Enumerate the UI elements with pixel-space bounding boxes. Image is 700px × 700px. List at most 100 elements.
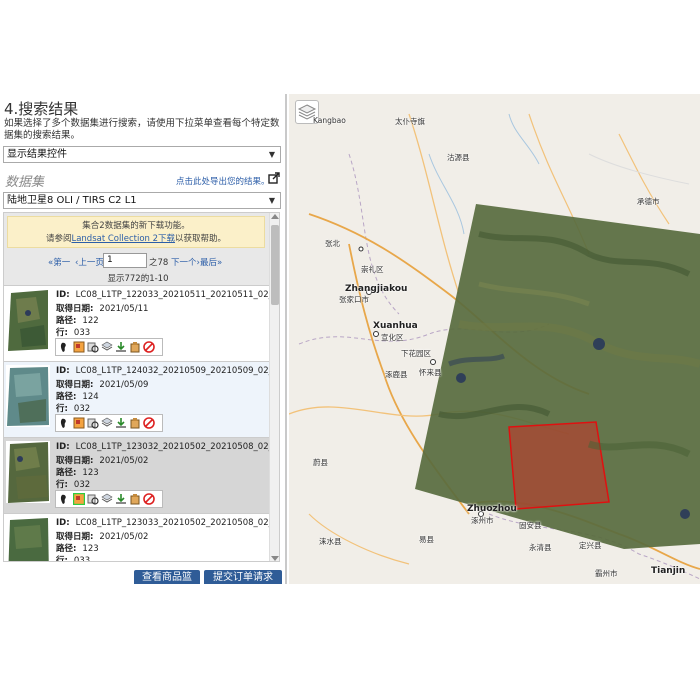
result-toolbar	[55, 490, 163, 508]
scene-thumbnail[interactable]	[6, 441, 50, 503]
exclude-scene-icon[interactable]	[143, 341, 155, 353]
next-page-link[interactable]: 下一个›	[171, 256, 200, 268]
results-count: 显示772的1-10	[107, 274, 169, 284]
browse-overlay-icon-active[interactable]	[73, 493, 85, 505]
results-list[interactable]: 集合2数据集的新下载功能。 请参阅Landsat Collection 2下载以…	[3, 212, 280, 562]
footprint-icon[interactable]	[59, 341, 71, 353]
path: 路径: 122	[56, 316, 99, 326]
place-label: 宣化区	[381, 333, 404, 342]
result-row[interactable]: ID: LC08_L1TP_123033_20210502_20210508_02…	[4, 513, 279, 562]
chevron-down-icon: ▼	[268, 150, 275, 159]
acquisition-date: 取得日期: 2021/05/09	[56, 380, 149, 390]
result-toolbar	[55, 338, 163, 356]
page-total: 之78	[149, 258, 169, 268]
place-label: 定兴县	[579, 541, 602, 550]
export-results-link[interactable]: 点击此处导出您的结果。	[176, 175, 270, 187]
view-item-basket-button[interactable]: 查看商品篮	[134, 570, 200, 584]
place-label: 崇礼区	[361, 265, 384, 274]
browse-overlay-icon[interactable]	[73, 341, 85, 353]
place-label: Xuanhua	[373, 321, 418, 331]
dataset-select-value: 陆地卫星8 OLI / TIRS C2 L1	[7, 195, 137, 206]
path: 路径: 124	[56, 392, 99, 402]
row: 行: 032	[56, 480, 91, 490]
acquisition-date: 取得日期: 2021/05/11	[56, 304, 149, 314]
place-label: 张北	[325, 239, 340, 248]
result-controls-value: 显示结果控件	[7, 149, 67, 160]
page-number-input[interactable]: 1	[103, 253, 147, 268]
place-label: 固安县	[519, 521, 542, 530]
exclude-scene-icon[interactable]	[143, 493, 155, 505]
download-icon[interactable]	[115, 341, 127, 353]
first-page-link[interactable]: «第一	[48, 256, 70, 268]
row: 行: 032	[56, 404, 91, 414]
metadata-icon[interactable]	[101, 417, 113, 429]
acquisition-date: 取得日期: 2021/05/02	[56, 456, 149, 466]
place-label: 涿鹿县	[385, 370, 408, 379]
place-label: Zhuozhou	[467, 504, 517, 514]
download-icon[interactable]	[115, 417, 127, 429]
place-label: Zhangjiakou	[345, 284, 408, 294]
place-label: 沽源县	[447, 153, 470, 162]
scene-id: ID: LC08_L1TP_122033_20210511_20210511_02…	[56, 290, 280, 300]
notice-suffix: 以获取帮助。	[175, 234, 227, 244]
selected-scene-footprint[interactable]	[508, 421, 610, 510]
place-label: 怀来县	[419, 368, 442, 377]
notice-prefix: 请参阅	[45, 234, 72, 244]
scene-id: ID: LC08_L1TP_123032_20210502_20210508_02…	[56, 442, 280, 452]
dataset-select[interactable]: 陆地卫星8 OLI / TIRS C2 L1 ▼	[3, 192, 281, 209]
result-row[interactable]: ID: LC08_L1TP_124032_20210509_20210509_02…	[4, 361, 279, 437]
add-to-bulk-icon[interactable]	[129, 417, 141, 429]
add-to-bulk-icon[interactable]	[129, 493, 141, 505]
add-to-bulk-icon[interactable]	[129, 341, 141, 353]
path: 路径: 123	[56, 544, 99, 554]
acquisition-date: 取得日期: 2021/05/02	[56, 532, 149, 542]
external-link-icon[interactable]	[268, 172, 280, 184]
collection2-download-link[interactable]: Landsat Collection 2下载	[71, 234, 175, 244]
map-view[interactable]: Kangbao 太仆寺旗 沽源县 承德市 张北 崇礼区 Zhangjiakou …	[289, 94, 700, 584]
scroll-down-arrow[interactable]	[271, 556, 279, 561]
panel-title: 4.搜索结果	[4, 100, 79, 118]
search-results-panel: 4.搜索结果 如果选择了多个数据集进行搜索，请使用下拉菜单查看每个特定数据集的搜…	[0, 94, 287, 584]
result-row[interactable]: ID: LC08_L1TP_122033_20210511_20210511_02…	[4, 285, 279, 361]
place-label: 太仆寺旗	[395, 117, 425, 126]
result-controls-select[interactable]: 显示结果控件 ▼	[3, 146, 281, 163]
compare-icon[interactable]	[87, 341, 99, 353]
footprint-icon[interactable]	[59, 493, 71, 505]
place-label: 永清县	[529, 543, 552, 552]
place-label: 涿州市	[471, 516, 494, 525]
metadata-icon[interactable]	[101, 493, 113, 505]
scrollbar-thumb[interactable]	[271, 225, 279, 305]
place-label: 张家口市	[339, 295, 369, 304]
result-row-selected[interactable]: ID: LC08_L1TP_123032_20210502_20210508_02…	[4, 437, 279, 513]
compare-icon[interactable]	[87, 417, 99, 429]
exclude-scene-icon[interactable]	[143, 417, 155, 429]
chevron-down-icon: ▼	[268, 196, 275, 205]
pagination: «第一 ‹上一页 1 之78 下一个› 最后»	[4, 253, 272, 269]
prev-page-link[interactable]: ‹上一页	[75, 256, 104, 268]
place-label: 涞水县	[319, 537, 342, 546]
results-scrollbar[interactable]	[269, 213, 279, 561]
scroll-up-arrow[interactable]	[271, 214, 279, 219]
place-label: Tianjin	[651, 566, 686, 576]
scene-thumbnail[interactable]	[6, 517, 50, 562]
dataset-label: 数据集	[5, 175, 45, 190]
scene-id: ID: LC08_L1TP_123033_20210502_20210508_02…	[56, 518, 280, 528]
browse-overlay-icon[interactable]	[73, 417, 85, 429]
scene-thumbnail[interactable]	[6, 289, 50, 351]
path: 路径: 123	[56, 468, 99, 478]
notice-line1: 集合2数据集的新下载功能。	[82, 221, 190, 231]
scene-thumbnail[interactable]	[6, 365, 50, 427]
row: 行: 033	[56, 556, 91, 562]
footprint-icon[interactable]	[59, 417, 71, 429]
collection2-notice: 集合2数据集的新下载功能。 请参阅Landsat Collection 2下载以…	[7, 216, 265, 248]
compare-icon[interactable]	[87, 493, 99, 505]
last-page-link[interactable]: 最后»	[200, 256, 222, 268]
place-label: 承德市	[637, 197, 660, 206]
app-window: 4.搜索结果 如果选择了多个数据集进行搜索，请使用下拉菜单查看每个特定数据集的搜…	[0, 94, 700, 584]
metadata-icon[interactable]	[101, 341, 113, 353]
download-icon[interactable]	[115, 493, 127, 505]
scene-id: ID: LC08_L1TP_124032_20210509_20210509_02…	[56, 366, 280, 376]
place-label: 下花园区	[401, 349, 431, 358]
place-label: 易县	[419, 535, 434, 544]
submit-order-button[interactable]: 提交订单请求	[204, 570, 282, 584]
